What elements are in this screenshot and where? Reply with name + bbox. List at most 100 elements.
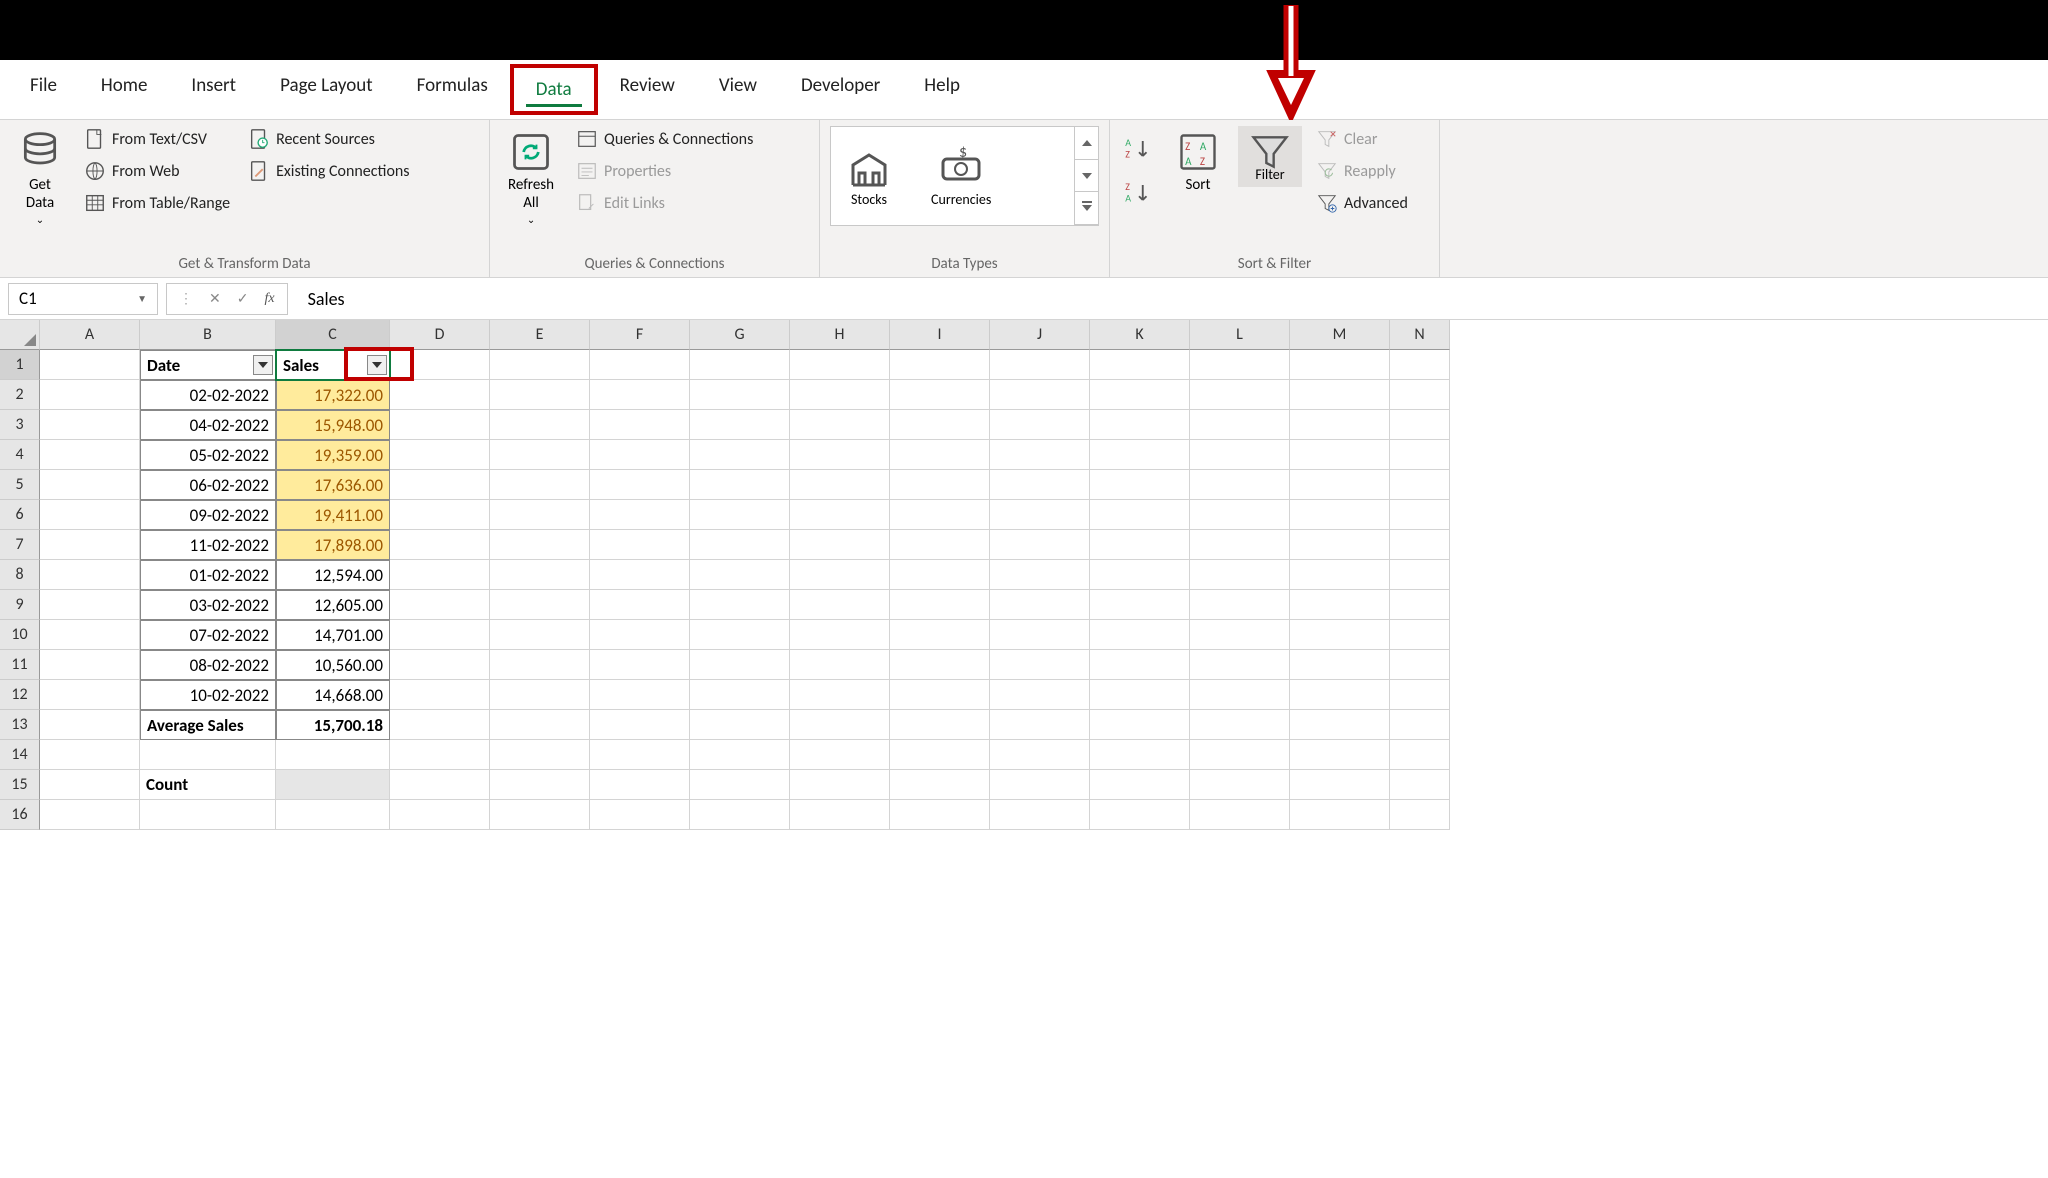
row-header[interactable]: 3 <box>0 410 40 440</box>
sales-cell[interactable]: 19,411.00 <box>276 500 390 530</box>
grid-cell[interactable] <box>690 740 790 770</box>
scroll-down-icon[interactable] <box>1075 160 1098 193</box>
grid-cell[interactable] <box>990 770 1090 800</box>
grid-cell[interactable] <box>1390 650 1450 680</box>
grid-cell[interactable] <box>690 500 790 530</box>
grid-cell[interactable] <box>1190 380 1290 410</box>
grid-cell[interactable] <box>890 350 990 380</box>
grid-cell[interactable] <box>490 410 590 440</box>
grid-cell[interactable] <box>1290 710 1390 740</box>
grid-cell[interactable] <box>1290 410 1390 440</box>
scroll-up-icon[interactable] <box>1075 127 1098 160</box>
grid-cell[interactable] <box>1190 440 1290 470</box>
grid-cell[interactable] <box>390 410 490 440</box>
grid-cell[interactable] <box>490 740 590 770</box>
grid-cell[interactable] <box>390 560 490 590</box>
grid-cell[interactable] <box>490 530 590 560</box>
sales-cell[interactable]: 17,898.00 <box>276 530 390 560</box>
sales-cell[interactable]: 17,636.00 <box>276 470 390 500</box>
sales-cell[interactable]: 12,594.00 <box>276 560 390 590</box>
grid-cell[interactable] <box>490 500 590 530</box>
grid-cell[interactable] <box>1090 620 1190 650</box>
refresh-all-button[interactable]: Refresh All ⌄ <box>500 126 562 230</box>
date-cell[interactable]: 11-02-2022 <box>140 530 276 560</box>
row-header[interactable]: 5 <box>0 470 40 500</box>
row-header[interactable]: 16 <box>0 800 40 830</box>
grid-cell[interactable] <box>1390 530 1450 560</box>
tab-insert[interactable]: Insert <box>169 60 258 119</box>
grid-cell[interactable] <box>40 440 140 470</box>
grid-cell[interactable] <box>1090 650 1190 680</box>
grid-cell[interactable] <box>40 590 140 620</box>
grid-cell[interactable] <box>390 770 490 800</box>
grid-cell[interactable] <box>1390 620 1450 650</box>
count-value-cell[interactable] <box>276 770 390 800</box>
column-header-H[interactable]: H <box>790 320 890 350</box>
sales-cell[interactable]: 19,359.00 <box>276 440 390 470</box>
grid-cell[interactable] <box>690 380 790 410</box>
grid-cell[interactable] <box>1290 530 1390 560</box>
column-header-F[interactable]: F <box>590 320 690 350</box>
row-header[interactable]: 10 <box>0 620 40 650</box>
date-cell[interactable]: 10-02-2022 <box>140 680 276 710</box>
average-label-cell[interactable]: Average Sales <box>140 710 276 740</box>
grid-cell[interactable] <box>990 800 1090 830</box>
row-header[interactable]: 12 <box>0 680 40 710</box>
grid-cell[interactable] <box>490 590 590 620</box>
column-header-N[interactable]: N <box>1390 320 1450 350</box>
grid-cell[interactable] <box>990 530 1090 560</box>
grid-cell[interactable] <box>690 350 790 380</box>
row-header[interactable]: 7 <box>0 530 40 560</box>
grid-cell[interactable] <box>1090 350 1190 380</box>
column-header-K[interactable]: K <box>1090 320 1190 350</box>
grid-cell[interactable] <box>1290 350 1390 380</box>
date-cell[interactable]: 08-02-2022 <box>140 650 276 680</box>
row-header[interactable]: 13 <box>0 710 40 740</box>
grid-cell[interactable] <box>1290 650 1390 680</box>
column-header-D[interactable]: D <box>390 320 490 350</box>
advanced-filter-button[interactable]: Advanced <box>1312 190 1412 216</box>
grid-cell[interactable] <box>140 740 276 770</box>
grid-cell[interactable] <box>40 560 140 590</box>
count-label-cell[interactable]: Count <box>140 770 276 800</box>
grid-cell[interactable] <box>1190 800 1290 830</box>
grid-cell[interactable] <box>890 800 990 830</box>
grid-cell[interactable] <box>990 710 1090 740</box>
currencies-datatype-button[interactable]: $ Currencies <box>927 141 995 212</box>
grid-cell[interactable] <box>390 380 490 410</box>
grid-cell[interactable] <box>1190 680 1290 710</box>
grid-cell[interactable] <box>1290 620 1390 650</box>
grid-cell[interactable] <box>1390 710 1450 740</box>
tab-developer[interactable]: Developer <box>779 60 902 119</box>
grid-cell[interactable] <box>1090 770 1190 800</box>
grid-cell[interactable] <box>590 380 690 410</box>
grid-cell[interactable] <box>890 590 990 620</box>
grid-cell[interactable] <box>590 470 690 500</box>
grid-cell[interactable] <box>40 740 140 770</box>
tab-formulas[interactable]: Formulas <box>395 60 510 119</box>
grid-cell[interactable] <box>276 740 390 770</box>
grid-cell[interactable] <box>1290 440 1390 470</box>
sales-header-cell[interactable]: Sales <box>276 350 390 380</box>
grid-cell[interactable] <box>890 530 990 560</box>
tab-help[interactable]: Help <box>902 60 982 119</box>
grid-cell[interactable] <box>690 470 790 500</box>
name-box[interactable]: C1 ▼ <box>8 283 158 315</box>
grid-cell[interactable] <box>40 650 140 680</box>
grid-cell[interactable] <box>40 680 140 710</box>
grid-cell[interactable] <box>390 350 490 380</box>
grid-cell[interactable] <box>690 800 790 830</box>
datatypes-scroll[interactable] <box>1074 127 1098 225</box>
sales-cell[interactable]: 17,322.00 <box>276 380 390 410</box>
column-header-E[interactable]: E <box>490 320 590 350</box>
grid-cell[interactable] <box>1090 410 1190 440</box>
grid-cell[interactable] <box>690 530 790 560</box>
grid-cell[interactable] <box>590 590 690 620</box>
grid-cell[interactable] <box>690 770 790 800</box>
grid-cell[interactable] <box>890 650 990 680</box>
grid-cell[interactable] <box>490 650 590 680</box>
select-all-corner[interactable] <box>0 320 40 350</box>
grid-cell[interactable] <box>1390 560 1450 590</box>
grid-cell[interactable] <box>1390 380 1450 410</box>
grid-cell[interactable] <box>690 710 790 740</box>
